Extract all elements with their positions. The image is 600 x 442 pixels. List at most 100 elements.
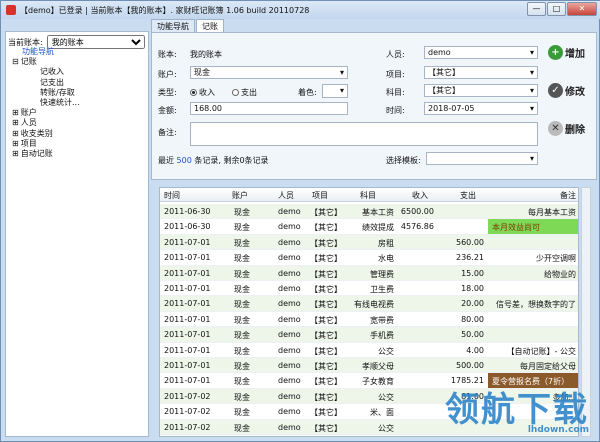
type-expense-radio[interactable]: 支出 — [232, 87, 257, 98]
delete-button[interactable]: ✕ 删除 — [548, 121, 585, 136]
tree-toggle-icon[interactable]: ⊞ — [12, 129, 19, 138]
table-cell: demo — [278, 376, 301, 386]
column-header[interactable]: 备注 — [560, 190, 576, 201]
amount-label: 金额: — [158, 106, 177, 115]
table-row[interactable]: 2011-07-01 现金 demo 【其它】 宽带费 80.00 — [160, 312, 578, 328]
table-cell: 2011-07-01 — [164, 237, 211, 247]
table-cell: 2011-06-30 — [164, 222, 211, 232]
column-header[interactable]: 时间 — [164, 190, 180, 201]
tree-item[interactable]: 转账/存取 — [12, 88, 80, 98]
column-header[interactable]: 科目 — [360, 190, 376, 201]
table-cell: demo — [278, 268, 301, 278]
table-cell: 【其它】 — [310, 269, 342, 279]
table-cell: 现金 — [234, 423, 250, 433]
note-input[interactable] — [190, 122, 538, 146]
tree-item[interactable]: 快速统计... — [12, 98, 80, 108]
table-cell: 2011-07-01 — [164, 253, 211, 263]
table-row[interactable]: 2011-07-01 现金 demo 【其它】 有线电视费 20.00 信号差，想换数字的了 — [160, 296, 578, 312]
table-row[interactable]: 2011-07-01 现金 demo 【其它】 管理费 15.00 给物业的 — [160, 265, 578, 281]
recent-count[interactable]: 500 — [177, 156, 192, 165]
table-row[interactable]: 2011-07-01 现金 demo 【其它】 手机费 50.00 — [160, 327, 578, 343]
table-cell: 2011-07-02 — [164, 391, 211, 401]
table-row[interactable]: 2011-07-01 现金 demo 【其它】 房租 560.00 — [160, 234, 578, 251]
type-income-radio[interactable]: 收入 — [190, 87, 215, 98]
table-row[interactable]: 2011-07-01 现金 demo 【其它】 水电 236.21 少开空调啊 — [160, 250, 578, 266]
title-bar[interactable]: 【demo】已登录 | 当前账本【我的账本】. 家财旺记账簿 1.06 buil… — [1, 1, 600, 19]
tree-toggle-icon[interactable]: ⊞ — [12, 139, 19, 148]
table-cell: 现金 — [234, 408, 250, 418]
column-header[interactable]: 项目 — [312, 190, 328, 201]
cross-icon: ✕ — [548, 121, 563, 136]
table-cell: 2011-07-01 — [164, 330, 211, 340]
tab-bookkeeping[interactable]: 记账 — [196, 19, 224, 32]
tree-item[interactable]: 功能导航 — [12, 47, 80, 57]
project-label: 项目: — [386, 70, 405, 79]
tree-toggle-icon[interactable]: ⊞ — [12, 118, 19, 127]
tree-toggle-icon[interactable]: ⊞ — [12, 149, 19, 158]
table-cell: 现金 — [234, 285, 250, 294]
tree-item[interactable]: ⊞ 自动记账 — [12, 149, 80, 159]
close-button[interactable]: ✕ — [567, 2, 597, 16]
tab-navigation[interactable]: 功能导航 — [151, 19, 195, 32]
subject-select[interactable]: 【其它】 — [424, 84, 538, 97]
table-cell: 【其它】 — [310, 223, 342, 233]
tree-item[interactable]: ⊞ 人员 — [12, 118, 80, 128]
color-picker[interactable] — [322, 84, 348, 98]
table-cell: 现金 — [234, 300, 250, 310]
minimize-button[interactable]: — — [527, 2, 546, 16]
time-label: 时间: — [386, 106, 405, 115]
person-select[interactable]: demo — [424, 46, 538, 59]
type-label: 类型: — [158, 88, 177, 97]
table-row[interactable]: 2011-07-01 现金 demo 【其它】 公交 4.00 【自动记账】- 公交 — [160, 343, 578, 358]
template-select[interactable] — [426, 152, 538, 165]
table-cell: 【其它】 — [310, 300, 342, 310]
table-cell: 【自动记账】- 公交 — [506, 346, 576, 356]
tree-item[interactable]: ⊟ 记账 — [12, 57, 80, 67]
table-cell: 每月基本工资 — [528, 208, 576, 217]
project-select[interactable]: 【其它】 — [424, 66, 538, 79]
column-header[interactable]: 收入 — [412, 190, 428, 201]
maximize-button[interactable]: □ — [547, 2, 566, 16]
table-cell: 2011-07-02 — [164, 422, 211, 432]
table-cell: 18.00 — [461, 284, 484, 293]
table-cell: 【其它】 — [310, 331, 342, 341]
table-cell: 基本工资 — [362, 208, 394, 217]
book-label: 账本: — [158, 50, 177, 59]
table-cell: 4576.86 — [400, 222, 434, 232]
subject-label: 科目: — [386, 88, 405, 97]
table-row[interactable]: 2011-06-30 现金 demo 【其它】 基本工资 6500.00 每月基本工资 — [160, 204, 578, 220]
edit-button[interactable]: ✓ 修改 — [548, 83, 585, 98]
table-cell: 现金 — [234, 346, 250, 356]
table-cell: demo — [278, 222, 301, 232]
amount-input[interactable]: 168.00 — [190, 102, 348, 115]
column-header[interactable]: 账户 — [232, 190, 248, 201]
table-cell: 米、面 — [370, 408, 394, 418]
table-cell: 【其它】 — [310, 208, 342, 217]
table-cell: 管理费 — [370, 269, 394, 279]
tree-item[interactable]: 记支出 — [12, 78, 80, 88]
tree-toggle-icon[interactable]: ⊟ — [12, 57, 19, 66]
table-cell: 子女教育 — [362, 377, 394, 387]
tree-toggle-icon[interactable]: ⊞ — [12, 108, 19, 117]
tree-item[interactable]: ⊞ 收支类别 — [12, 129, 80, 139]
date-picker[interactable]: 2018-07-05 — [424, 102, 538, 115]
column-header[interactable]: 人员 — [278, 190, 294, 201]
table-cell: 2011-07-02 — [164, 407, 211, 417]
table-cell: 现金 — [234, 254, 250, 264]
table-row[interactable]: 2011-06-30 现金 demo 【其它】 绩效提成 4576.86 本月效益尚可 — [160, 219, 578, 235]
add-button[interactable]: + 增加 — [548, 45, 585, 60]
table-cell: 现金 — [234, 377, 250, 387]
table-row[interactable]: 2011-07-01 现金 demo 【其它】 卫生费 18.00 — [160, 281, 578, 297]
table-cell: 2011-07-01 — [164, 361, 211, 370]
table-cell: 公交 — [378, 392, 394, 402]
account-select[interactable]: 现金 — [190, 66, 348, 79]
navigation-panel: 当前账本: 我的账本 功能导航 ⊟ 记账 记收入 记支出 转账/存取 快速统计... ⊞ 账户 ⊞… — [5, 31, 149, 437]
table-cell: 【其它】 — [310, 238, 342, 248]
tree-item[interactable]: ⊞ 项目 — [12, 139, 80, 149]
table-cell: 【其它】 — [310, 392, 342, 402]
column-header[interactable]: 支出 — [460, 190, 476, 201]
tree-item[interactable]: 记收入 — [12, 67, 80, 77]
table-cell: 236.21 — [456, 253, 484, 263]
table-row[interactable]: 2011-07-01 现金 demo 【其它】 孝顺父母 500.00 每月固定给父母 — [160, 358, 578, 374]
tree-item[interactable]: ⊞ 账户 — [12, 108, 80, 118]
